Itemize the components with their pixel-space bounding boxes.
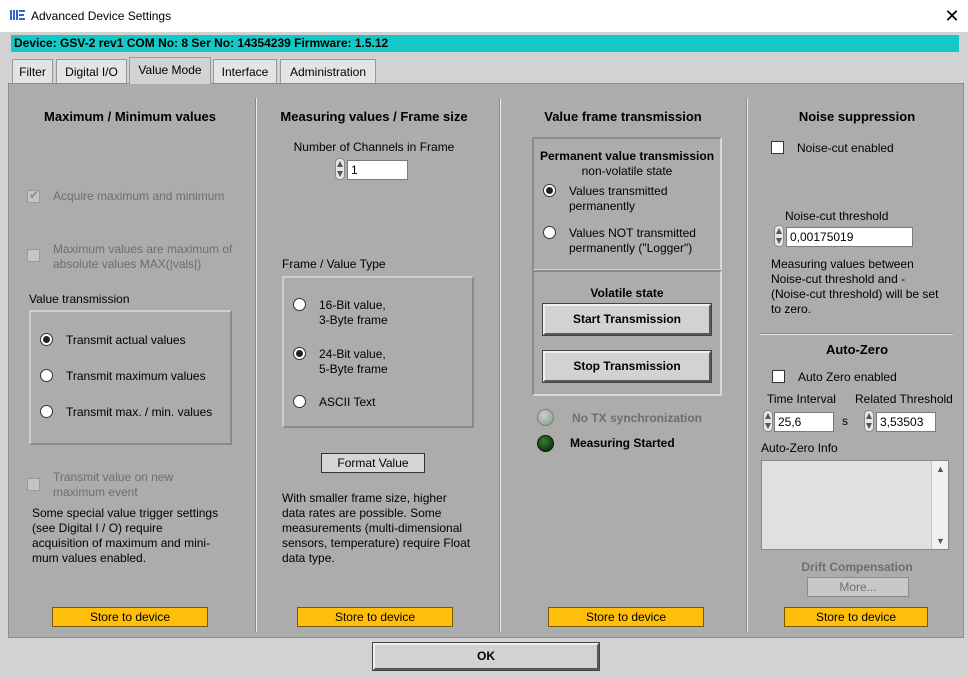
absolute-max-label: Maximum values are maximum of absolute v…	[53, 242, 233, 271]
frame-type-title: Frame / Value Type	[282, 257, 386, 271]
autozero-title: Auto-Zero	[825, 342, 889, 357]
measuring-store-button[interactable]: Store to device	[297, 607, 453, 627]
autozero-info-box[interactable]: ▲ ▼	[761, 460, 949, 550]
noise-note: Measuring values between Noise-cut thres…	[771, 257, 939, 316]
channels-spinner[interactable]	[335, 158, 345, 180]
time-interval-input[interactable]: 25,6	[774, 412, 834, 432]
transmit-actual-label: Transmit actual values	[66, 333, 186, 347]
channels-input[interactable]: 1	[347, 160, 408, 180]
tab-interface[interactable]: Interface	[213, 59, 277, 83]
frame-ascii-radio[interactable]	[293, 395, 306, 408]
ok-button[interactable]: OK	[372, 642, 600, 671]
new-max-event-label: Transmit value on new maximum event	[53, 470, 174, 499]
tab-digital-io[interactable]: Digital I/O	[56, 59, 127, 83]
close-icon[interactable]: ✕	[938, 4, 966, 28]
autozero-checkbox[interactable]	[772, 370, 785, 383]
frame-ascii-label: ASCII Text	[319, 395, 376, 409]
new-max-event-checkbox[interactable]	[27, 478, 40, 491]
noise-cut-checkbox[interactable]	[771, 141, 784, 154]
transmit-maxmin-label: Transmit max. / min. values	[66, 405, 213, 419]
frame-16bit-line1: 16-Bit value,	[319, 298, 386, 312]
acquire-maxmin-checkbox[interactable]: ✔	[27, 188, 40, 203]
absolute-max-checkbox[interactable]	[27, 249, 40, 262]
frame-24bit-line2: 5-Byte frame	[319, 362, 388, 376]
start-transmission-button[interactable]: Start Transmission	[542, 303, 712, 336]
tab-filter[interactable]: Filter	[12, 59, 53, 83]
transmission-title: Value frame transmission	[544, 109, 702, 124]
related-threshold-input[interactable]: 3,53503	[876, 412, 936, 432]
column-divider	[746, 98, 748, 632]
measuring-started-label: Measuring Started	[570, 436, 675, 450]
acquire-maxmin-label: Acquire maximum and minimum	[53, 189, 225, 203]
related-threshold-spinner[interactable]	[864, 410, 874, 432]
frame-16bit-line2: 3-Byte frame	[319, 313, 388, 327]
minmax-title: Maximum / Minimum values	[44, 109, 216, 124]
transmit-maxmin-radio[interactable]	[40, 405, 53, 418]
column-divider	[255, 98, 257, 632]
no-tx-sync-label: No TX synchronization	[572, 411, 703, 425]
minmax-store-button[interactable]: Store to device	[52, 607, 208, 627]
noise-threshold-input[interactable]: 0,00175019	[786, 227, 913, 247]
autozero-info-label: Auto-Zero Info	[761, 441, 838, 455]
values-logger-label: Values NOT transmitted permanently ("Log…	[569, 226, 696, 255]
scroll-down-icon[interactable]: ▼	[932, 533, 949, 549]
values-logger-radio[interactable]	[543, 226, 556, 239]
channels-label: Number of Channels in Frame	[293, 140, 455, 154]
autozero-label: Auto Zero enabled	[798, 370, 897, 384]
frame-24bit-radio[interactable]	[293, 347, 306, 360]
transmit-maximum-radio[interactable]	[40, 369, 53, 382]
permanent-title: Permanent value transmission	[539, 149, 715, 163]
stop-transmission-button[interactable]: Stop Transmission	[542, 350, 712, 383]
measuring-title: Measuring values / Frame size	[280, 109, 468, 124]
format-value-button[interactable]: Format Value	[321, 453, 425, 473]
related-threshold-label: Related Threshold	[855, 392, 953, 406]
transmission-store-button[interactable]: Store to device	[548, 607, 704, 627]
transmit-actual-radio[interactable]	[40, 333, 53, 346]
time-interval-unit: s	[842, 414, 848, 428]
time-interval-spinner[interactable]	[763, 410, 773, 432]
noise-title: Noise suppression	[798, 109, 916, 124]
app-logo-icon	[10, 9, 26, 21]
values-permanent-label: Values transmitted permanently	[569, 184, 668, 213]
drift-more-button[interactable]: More...	[807, 577, 909, 597]
transmit-maximum-label: Transmit maximum values	[66, 369, 206, 383]
value-transmission-title: Value transmission	[29, 292, 130, 306]
measuring-started-led-icon	[537, 435, 554, 452]
autozero-info-scrollbar[interactable]: ▲ ▼	[931, 461, 948, 549]
frame-24bit-line1: 24-Bit value,	[319, 347, 386, 361]
permanent-subtitle: non-volatile state	[581, 164, 673, 178]
noise-threshold-spinner[interactable]	[774, 225, 784, 247]
scroll-up-icon[interactable]: ▲	[932, 461, 949, 477]
frame-16bit-radio[interactable]	[293, 298, 306, 311]
drift-compensation-title: Drift Compensation	[801, 560, 913, 574]
tab-value-mode[interactable]: Value Mode	[129, 57, 211, 84]
volatile-title: Volatile state	[590, 286, 664, 300]
measuring-note: With smaller frame size, higher data rat…	[282, 491, 471, 565]
noise-store-button[interactable]: Store to device	[784, 607, 928, 627]
noise-threshold-label: Noise-cut threshold	[785, 209, 889, 223]
no-tx-sync-led-icon	[537, 409, 554, 426]
noise-cut-label: Noise-cut enabled	[797, 141, 894, 155]
minmax-note: Some special value trigger settings (see…	[32, 506, 219, 565]
column-divider	[499, 98, 501, 632]
window-title: Advanced Device Settings	[31, 9, 172, 23]
values-permanent-radio[interactable]	[543, 184, 556, 197]
time-interval-label: Time Interval	[767, 392, 836, 406]
device-status-bar: Device: GSV-2 rev1 COM No: 8 Ser No: 143…	[11, 35, 959, 52]
tab-administration[interactable]: Administration	[280, 59, 376, 83]
noise-autozero-divider	[760, 333, 953, 335]
